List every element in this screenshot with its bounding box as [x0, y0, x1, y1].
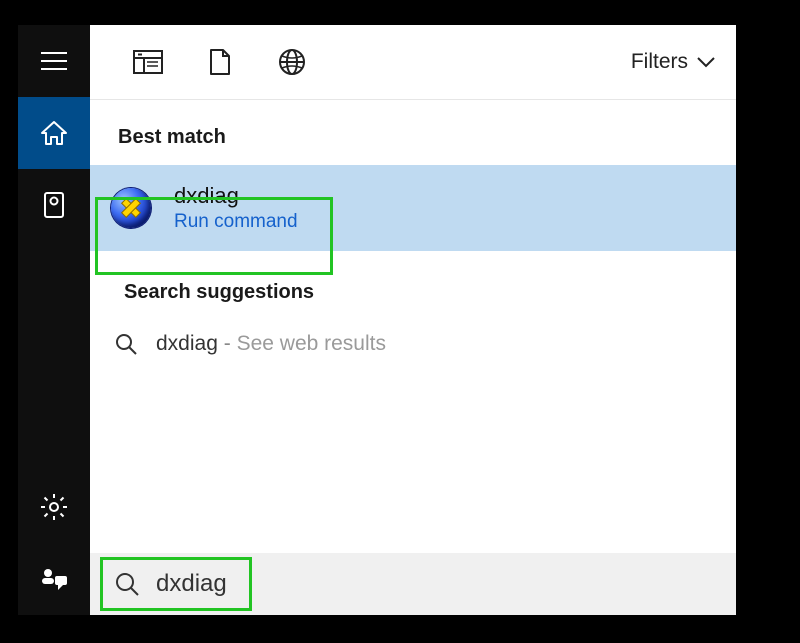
menu-button[interactable]: [18, 25, 90, 97]
content-fill: [90, 368, 736, 553]
sidebar: [18, 25, 90, 615]
home-icon: [40, 120, 68, 146]
suggestion-web-label: See web results: [237, 332, 386, 355]
documents-tab[interactable]: [184, 26, 256, 98]
suggestion-separator: -: [224, 332, 231, 355]
gear-icon: [40, 493, 68, 521]
search-suggestions-heading: Search suggestions: [90, 251, 736, 320]
home-button[interactable]: [18, 97, 90, 169]
feedback-icon: [40, 566, 68, 592]
result-texts: dxdiag Run command: [174, 183, 298, 233]
web-suggestion[interactable]: dxdiag - See web results: [90, 320, 736, 368]
chevron-down-icon: [696, 56, 716, 68]
feedback-button[interactable]: [18, 543, 90, 615]
search-input[interactable]: dxdiag: [90, 553, 736, 615]
document-icon: [209, 48, 231, 76]
best-match-heading: Best match: [90, 100, 736, 165]
settings-button[interactable]: [18, 471, 90, 543]
best-match-result[interactable]: dxdiag Run command: [90, 165, 736, 251]
apps-tab[interactable]: [112, 26, 184, 98]
notebook-button[interactable]: [18, 169, 90, 241]
dxdiag-icon: [110, 187, 152, 229]
apps-icon: [133, 50, 163, 74]
notebook-icon: [42, 191, 66, 219]
filters-label: Filters: [631, 50, 688, 74]
topbar: Filters: [90, 25, 736, 100]
main-panel: Filters Best match dxdi: [90, 25, 736, 615]
search-query-text: dxdiag: [156, 570, 227, 598]
suggestion-term: dxdiag: [156, 332, 218, 355]
globe-icon: [278, 48, 306, 76]
web-tab[interactable]: [256, 26, 328, 98]
search-icon: [114, 332, 138, 356]
cortana-search-panel: Filters Best match dxdi: [18, 25, 736, 615]
sidebar-spacer: [18, 241, 90, 471]
hamburger-icon: [41, 51, 67, 71]
filters-button[interactable]: Filters: [631, 50, 722, 74]
search-icon: [114, 571, 140, 597]
result-title: dxdiag: [174, 183, 298, 209]
result-subtitle: Run command: [174, 211, 298, 233]
